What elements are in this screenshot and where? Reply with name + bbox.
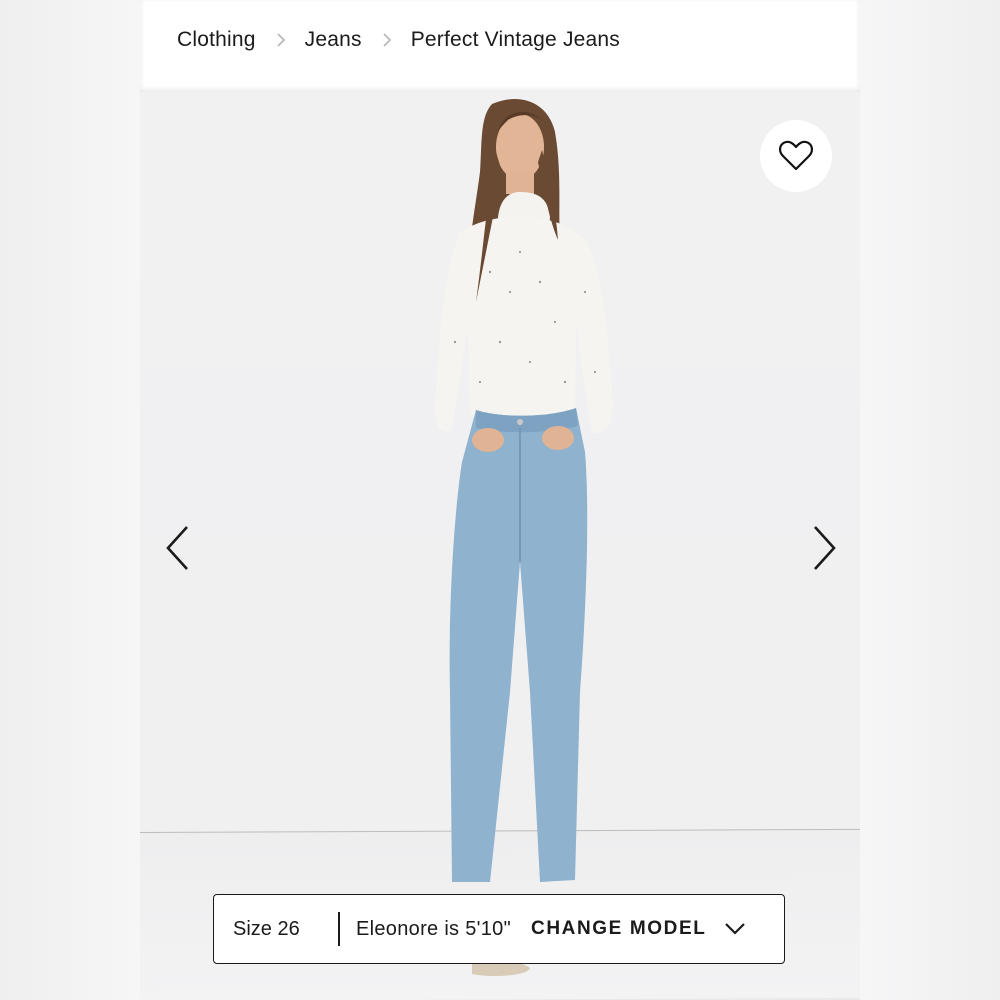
model-size-label: Size 26 bbox=[233, 917, 300, 940]
model-height-text: Eleonore is 5'10" bbox=[356, 917, 512, 940]
chevron-right-icon bbox=[380, 33, 394, 47]
divider bbox=[338, 912, 340, 946]
chevron-right-icon bbox=[814, 526, 836, 570]
product-image: Size 26 Eleonore is 5'10" CHANGE MODEL bbox=[140, 92, 860, 1000]
favorite-button[interactable] bbox=[760, 120, 832, 192]
chevron-right-icon bbox=[274, 33, 288, 47]
chevron-left-icon bbox=[166, 526, 188, 570]
change-model-label: CHANGE MODEL bbox=[531, 918, 707, 939]
next-image-button[interactable] bbox=[804, 522, 844, 574]
model-photo bbox=[434, 99, 613, 976]
breadcrumb-item-current: Perfect Vintage Jeans bbox=[410, 28, 620, 51]
breadcrumb-item-clothing[interactable]: Clothing bbox=[177, 28, 256, 52]
breadcrumb-item-jeans[interactable]: Jeans bbox=[305, 28, 362, 52]
change-model-button[interactable]: CHANGE MODEL bbox=[531, 918, 746, 940]
heart-outline-icon bbox=[778, 140, 814, 171]
product-page: Clothing Jeans Perfect Vintage Jeans Siz… bbox=[140, 0, 860, 1000]
breadcrumb: Clothing Jeans Perfect Vintage Jeans bbox=[177, 28, 620, 52]
model-info-bar: Size 26 Eleonore is 5'10" CHANGE MODEL bbox=[213, 894, 785, 964]
breadcrumb-bar: Clothing Jeans Perfect Vintage Jeans bbox=[140, 0, 860, 92]
chevron-down-icon bbox=[724, 922, 746, 936]
previous-image-button[interactable] bbox=[158, 522, 198, 574]
